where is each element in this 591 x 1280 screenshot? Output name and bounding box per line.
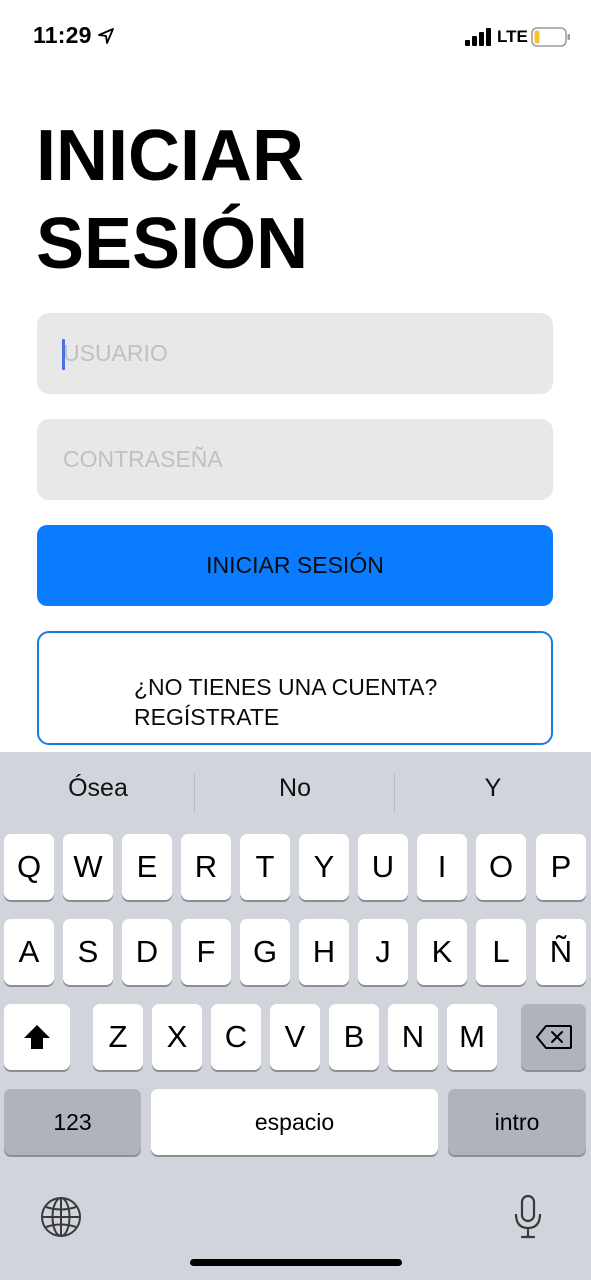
key-h[interactable]: H bbox=[299, 919, 349, 985]
register-label-line1: ¿NO TIENES UNA CUENTA? bbox=[134, 674, 438, 700]
key-d[interactable]: D bbox=[122, 919, 172, 985]
suggestion-divider bbox=[194, 774, 195, 812]
key-e[interactable]: E bbox=[122, 834, 172, 900]
return-key[interactable]: intro bbox=[448, 1089, 586, 1155]
space-key[interactable]: espacio bbox=[151, 1089, 438, 1155]
register-label-line2: REGÍSTRATE bbox=[134, 704, 280, 730]
key-s[interactable]: S bbox=[63, 919, 113, 985]
register-button[interactable]: ¿NO TIENES UNA CUENTA? REGÍSTRATE bbox=[37, 631, 553, 745]
username-field[interactable] bbox=[37, 313, 553, 394]
key-n[interactable]: N bbox=[388, 1004, 438, 1070]
key-a[interactable]: A bbox=[4, 919, 54, 985]
key-o[interactable]: O bbox=[476, 834, 526, 900]
status-time: 11:29 bbox=[33, 22, 92, 48]
page-title-line2: SESIÓN bbox=[36, 204, 309, 284]
battery-low-icon bbox=[531, 27, 570, 47]
cellular-signal-icon bbox=[465, 28, 491, 46]
key-m[interactable]: M bbox=[447, 1004, 497, 1070]
suggestion-2[interactable]: No bbox=[197, 774, 393, 803]
numbers-key[interactable]: 123 bbox=[4, 1089, 141, 1155]
key-j[interactable]: J bbox=[358, 919, 408, 985]
key-n-tilde[interactable]: Ñ bbox=[536, 919, 586, 985]
key-t[interactable]: T bbox=[240, 834, 290, 900]
key-g[interactable]: G bbox=[240, 919, 290, 985]
page-title-line1: INICIAR bbox=[36, 116, 304, 196]
key-x[interactable]: X bbox=[152, 1004, 202, 1070]
key-q[interactable]: Q bbox=[4, 834, 54, 900]
key-r[interactable]: R bbox=[181, 834, 231, 900]
shift-key[interactable] bbox=[4, 1004, 70, 1070]
username-input[interactable] bbox=[63, 313, 533, 394]
key-v[interactable]: V bbox=[270, 1004, 320, 1070]
key-p[interactable]: P bbox=[536, 834, 586, 900]
key-w[interactable]: W bbox=[63, 834, 113, 900]
password-field[interactable] bbox=[37, 419, 553, 500]
suggestion-3[interactable]: Y bbox=[395, 774, 591, 803]
globe-icon[interactable] bbox=[40, 1196, 82, 1238]
microphone-icon[interactable] bbox=[513, 1194, 543, 1240]
page-title: INICIAR SESIÓN bbox=[36, 112, 556, 288]
backspace-icon bbox=[535, 1025, 572, 1049]
shift-icon bbox=[24, 1025, 50, 1049]
location-arrow-icon bbox=[98, 28, 114, 44]
key-l[interactable]: L bbox=[476, 919, 526, 985]
text-caret bbox=[62, 339, 65, 370]
key-i[interactable]: I bbox=[417, 834, 467, 900]
key-k[interactable]: K bbox=[417, 919, 467, 985]
delete-key[interactable] bbox=[521, 1004, 586, 1070]
suggestion-1[interactable]: Ósea bbox=[0, 774, 196, 803]
home-indicator[interactable] bbox=[190, 1259, 402, 1266]
key-b[interactable]: B bbox=[329, 1004, 379, 1070]
network-label: LTE bbox=[497, 27, 528, 46]
password-input[interactable] bbox=[63, 419, 533, 500]
key-z[interactable]: Z bbox=[93, 1004, 143, 1070]
suggestion-bar: Ósea No Y bbox=[0, 752, 591, 832]
login-button[interactable]: INICIAR SESIÓN bbox=[37, 525, 553, 606]
key-c[interactable]: C bbox=[211, 1004, 261, 1070]
key-y[interactable]: Y bbox=[299, 834, 349, 900]
key-f[interactable]: F bbox=[181, 919, 231, 985]
key-u[interactable]: U bbox=[358, 834, 408, 900]
status-bar: 11:29 LTE bbox=[0, 0, 591, 70]
